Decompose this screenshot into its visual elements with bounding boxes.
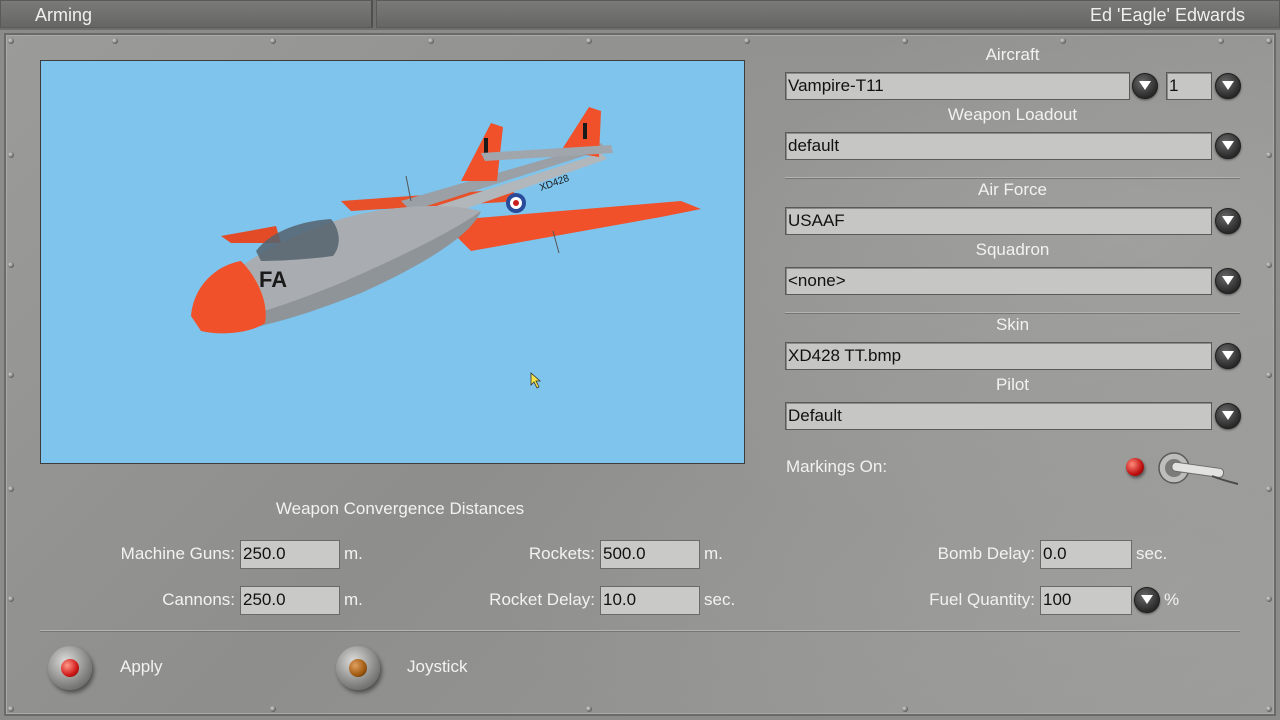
bomb-delay-label: Bomb Delay:	[937, 544, 1035, 563]
rivet-icon	[8, 262, 14, 268]
nose-code: FA	[259, 267, 287, 292]
rivet-icon	[1266, 38, 1272, 44]
rivet-icon	[270, 706, 276, 712]
markings-toggle-switch[interactable]	[1156, 450, 1240, 490]
chevron-down-icon	[1222, 351, 1234, 360]
rivet-icon	[8, 372, 14, 378]
cannons-label: Cannons:	[162, 590, 235, 609]
rivet-icon	[112, 38, 118, 44]
rivet-icon	[1060, 38, 1066, 44]
skin-select[interactable]: XD428 TT.bmp	[785, 342, 1212, 370]
apply-lamp-icon	[61, 659, 79, 677]
joystick-button[interactable]	[336, 646, 380, 690]
rivet-icon	[270, 38, 276, 44]
chevron-down-icon	[1222, 81, 1234, 90]
rockets-label: Rockets:	[528, 544, 595, 563]
bomb-delay-unit: sec.	[1136, 544, 1168, 563]
fuel-quantity-label: Fuel Quantity:	[929, 590, 1035, 609]
rocket-delay-label: Rocket Delay:	[489, 590, 595, 609]
chevron-down-icon	[1139, 81, 1151, 90]
pilot-label: Pilot	[995, 375, 1030, 394]
machine-guns-input[interactable]: 250.0	[240, 540, 340, 569]
rivet-icon	[8, 596, 14, 602]
chevron-down-icon	[1141, 595, 1153, 604]
machine-guns-label: Machine Guns:	[120, 544, 235, 563]
apply-button[interactable]	[48, 646, 92, 690]
aircraft-3d-model: FA XD428	[191, 107, 701, 389]
bottom-divider	[40, 630, 1240, 632]
weapon-loadout-label: Weapon Loadout	[947, 105, 1078, 124]
rivet-icon	[586, 38, 592, 44]
chevron-down-icon	[1222, 141, 1234, 150]
rivet-icon	[586, 706, 592, 712]
machine-guns-unit: m.	[344, 544, 363, 563]
rocket-delay-unit: sec.	[704, 590, 736, 609]
cannons-unit: m.	[344, 590, 363, 609]
joystick-label[interactable]: Joystick	[407, 657, 467, 677]
aircraft-preview[interactable]: FA XD428	[40, 60, 745, 464]
air-force-select[interactable]: USAAF	[785, 207, 1212, 235]
toggle-switch-icon	[1158, 452, 1239, 485]
rivet-icon	[902, 38, 908, 44]
skin-dropdown-button[interactable]	[1215, 343, 1241, 369]
aircraft-count-select[interactable]: 1	[1166, 72, 1212, 100]
chevron-down-icon	[1222, 411, 1234, 420]
squadron-label: Squadron	[975, 240, 1050, 259]
rivet-icon	[1266, 596, 1272, 602]
weapon-loadout-select[interactable]: default	[785, 132, 1212, 160]
air-force-label: Air Force	[978, 180, 1047, 199]
screen-title: Arming	[0, 0, 373, 28]
rockets-unit: m.	[704, 544, 723, 563]
rivet-icon	[8, 486, 14, 492]
rockets-input[interactable]: 500.0	[600, 540, 700, 569]
divider	[785, 312, 1240, 314]
rivet-icon	[8, 38, 14, 44]
markings-indicator-lamp	[1126, 458, 1144, 476]
player-name: Ed 'Eagle' Edwards	[376, 0, 1280, 28]
joystick-lamp-icon	[349, 659, 367, 677]
pilot-dropdown-button[interactable]	[1215, 403, 1241, 429]
rivet-icon	[1266, 372, 1272, 378]
aircraft-count-dropdown-button[interactable]	[1215, 73, 1241, 99]
skin-label: Skin	[995, 315, 1030, 334]
rivet-icon	[902, 706, 908, 712]
fuel-quantity-unit: %	[1164, 590, 1180, 609]
cannons-input[interactable]: 250.0	[240, 586, 340, 615]
rivet-icon	[1266, 706, 1272, 712]
aircraft-label: Aircraft	[985, 45, 1040, 64]
rivet-icon	[1218, 38, 1224, 44]
chevron-down-icon	[1222, 216, 1234, 225]
squadron-dropdown-button[interactable]	[1215, 268, 1241, 294]
divider	[785, 177, 1240, 179]
air-force-dropdown-button[interactable]	[1215, 208, 1241, 234]
rivet-icon	[428, 38, 434, 44]
markings-label: Markings On:	[786, 457, 888, 476]
mouse-cursor-icon	[530, 372, 542, 389]
rivet-icon	[1266, 152, 1272, 158]
rivet-icon	[744, 38, 750, 44]
aircraft-dropdown-button[interactable]	[1132, 73, 1158, 99]
convergence-title: Weapon Convergence Distances	[275, 499, 525, 518]
squadron-select[interactable]: <none>	[785, 267, 1212, 295]
weapon-loadout-dropdown-button[interactable]	[1215, 133, 1241, 159]
rivet-icon	[8, 152, 14, 158]
rocket-delay-input[interactable]: 10.0	[600, 586, 700, 615]
fuel-quantity-select[interactable]: 100	[1040, 586, 1132, 615]
aircraft-select[interactable]: Vampire-T11	[785, 72, 1130, 100]
fuel-quantity-dropdown-button[interactable]	[1134, 587, 1160, 613]
rivet-icon	[1266, 486, 1272, 492]
apply-label[interactable]: Apply	[120, 657, 163, 677]
chevron-down-icon	[1222, 276, 1234, 285]
pilot-select[interactable]: Default	[785, 402, 1212, 430]
rivet-icon	[8, 706, 14, 712]
bomb-delay-input[interactable]: 0.0	[1040, 540, 1132, 569]
rivet-icon	[1266, 262, 1272, 268]
